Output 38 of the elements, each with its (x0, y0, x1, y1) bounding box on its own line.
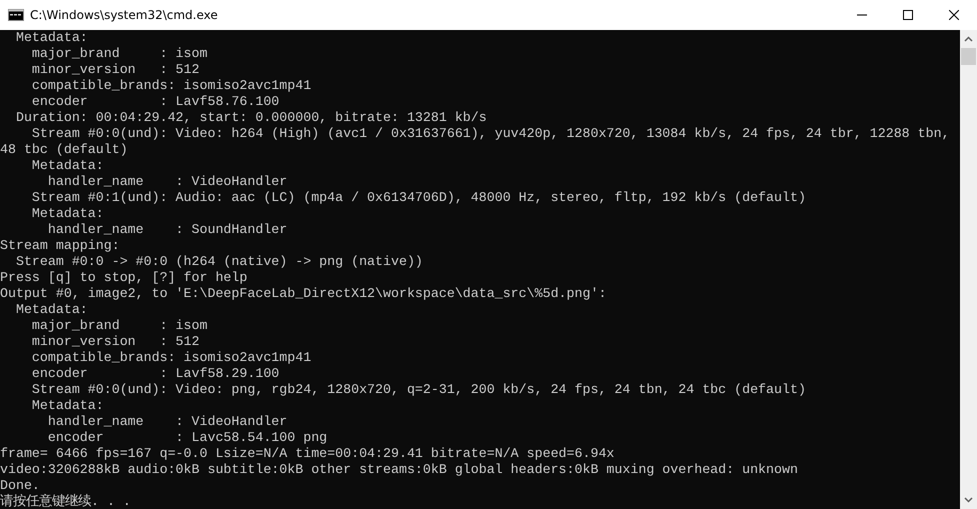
console-line: encoder : Lavf58.76.100 (30, 94, 280, 110)
console-line: compatible_brands: isomiso2avc1mp41 (30, 78, 312, 94)
console-line: handler_name : SoundHandler (46, 222, 288, 238)
scroll-down-icon[interactable] (964, 497, 973, 503)
console-line: 48 tbc (default) (0, 142, 129, 158)
console-line: frame= 6466 fps=167 q=-0.0 Lsize=N/A time=00:04:29.41 bitrate=N/A speed=6.94x (0, 446, 616, 462)
console-line: major_brand : isom (30, 46, 208, 62)
console-line: Press [q] to stop, [?] for help (0, 270, 248, 286)
console-line: Metadata: (14, 30, 89, 46)
console-line: handler_name : VideoHandler (46, 174, 288, 190)
close-icon (949, 10, 959, 20)
maximize-icon (903, 10, 913, 20)
console-line: minor_version : 512 (30, 62, 200, 78)
console-line: minor_version : 512 (30, 334, 200, 350)
console-line: Done. (0, 478, 41, 494)
console-line: compatible_brands: isomiso2avc1mp41 (30, 350, 312, 366)
console-line: Duration: 00:04:29.42, start: 0.000000, bitrate: 13281 kb/s (14, 110, 488, 126)
console-line: Metadata: (30, 206, 105, 222)
console-line: 请按任意键继续. . . (0, 494, 132, 509)
scrollbar-thumb[interactable] (961, 48, 976, 65)
console-icon (8, 9, 24, 21)
console-line: video:3206288kB audio:0kB subtitle:0kB other streams:0kB global headers:0kB muxing overhead: unknown (0, 462, 799, 478)
console-line: encoder : Lavf58.29.100 (30, 366, 280, 382)
console-line: encoder : Lavc58.54.100 png (46, 430, 328, 446)
console-line: Output #0, image2, to 'E:\DeepFaceLab_DirectX12\workspace\data_src\%5d.png': (0, 286, 608, 302)
console-line: Stream #0:1(und): Audio: aac (LC) (mp4a / 0x6134706D), 48000 Hz, stereo, fltp, 192 kb/s (default) (30, 190, 807, 206)
console-line: Stream mapping: (0, 238, 121, 254)
console-line: Metadata: (30, 158, 105, 174)
scrollbar[interactable] (960, 30, 977, 509)
console-line: major_brand : isom (30, 318, 208, 334)
console-line: Stream #0:0(und): Video: png, rgb24, 1280x720, q=2-31, 200 kb/s, 24 fps, 24 tbn, 24 tbc (default) (30, 382, 807, 398)
console-line: Stream #0:0 -> #0:0 (h264 (native) -> png (native)) (14, 254, 424, 270)
console-line: Metadata: (30, 398, 105, 414)
console-line: Stream #0:0(und): Video: h264 (High) (avc1 / 0x31637661), yuv420p, 1280x720, 13084 kb/s, 24 fps, 24 tbr, 12288 tbn, (30, 126, 951, 142)
console-line: Metadata: (14, 302, 89, 318)
window-title: C:\Windows\system32\cmd.exe (30, 8, 218, 22)
scroll-up-icon[interactable] (964, 36, 973, 42)
console-line: handler_name : VideoHandler (46, 414, 288, 430)
